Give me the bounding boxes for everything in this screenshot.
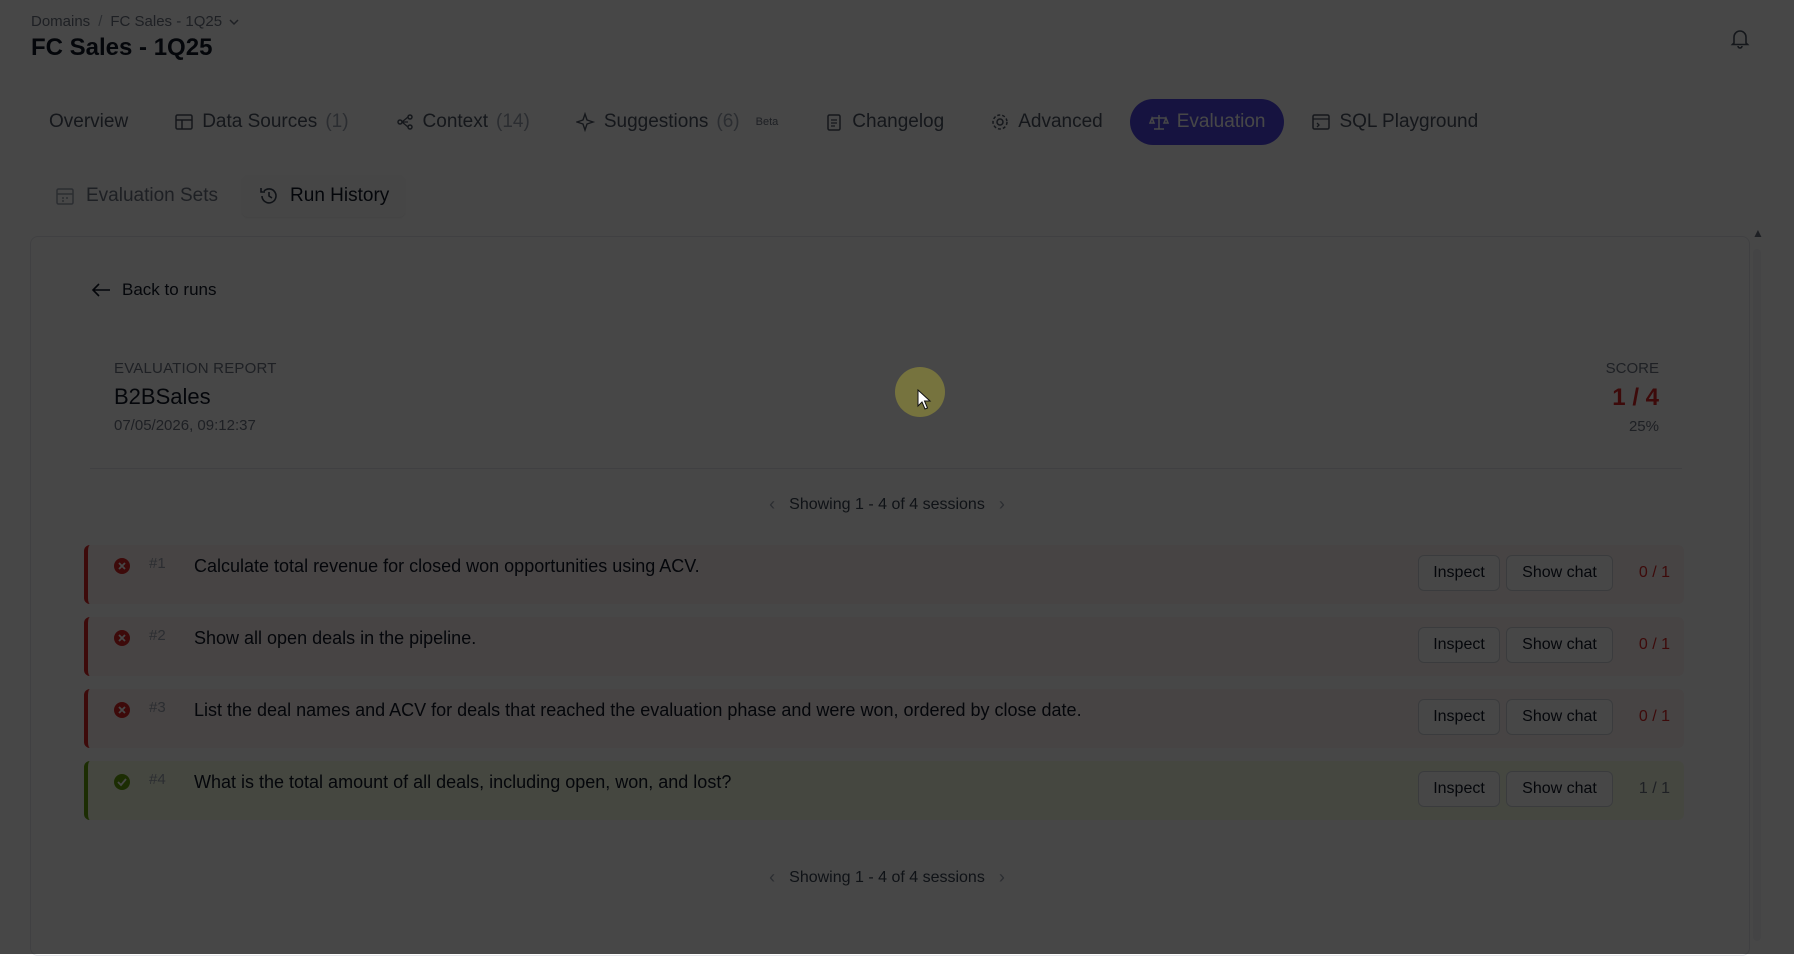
inspect-button[interactable]: Inspect — [1418, 699, 1500, 735]
tab-label: Suggestions — [603, 111, 709, 132]
tab-overview[interactable]: Overview — [30, 99, 147, 145]
chevron-down-icon — [229, 18, 239, 25]
subtab-label: Evaluation Sets — [86, 185, 219, 206]
calendar-grid-icon — [56, 188, 74, 205]
tab-changelog[interactable]: Changelog — [805, 99, 963, 145]
back-label: Back to runs — [122, 280, 217, 299]
session-number: #3 — [149, 699, 166, 716]
tab-evaluation[interactable]: Evaluation — [1129, 99, 1285, 145]
show-chat-button[interactable]: Show chat — [1506, 699, 1613, 735]
tab-count: (1) — [325, 111, 349, 132]
check-circle-icon — [114, 774, 130, 790]
tab-label: Overview — [49, 111, 129, 132]
breadcrumb-current-domain[interactable]: FC Sales - 1Q25 — [110, 13, 240, 30]
inspect-button[interactable]: Inspect — [1418, 627, 1500, 663]
session-number: #1 — [149, 555, 166, 572]
page-title: FC Sales - 1Q25 — [31, 34, 213, 61]
tab-label: Advanced — [1018, 111, 1103, 132]
scrollbar[interactable] — [1753, 249, 1761, 941]
breadcrumb-current-label: FC Sales - 1Q25 — [110, 13, 223, 30]
session-score: 0 / 1 — [1638, 564, 1670, 581]
session-list: #1 Calculate total revenue for closed wo… — [84, 545, 1684, 833]
session-row: #3 List the deal names and ACV for deals… — [84, 689, 1684, 748]
score-value: 1 / 4 — [1612, 384, 1659, 411]
session-number: #4 — [149, 771, 166, 788]
session-question: Show all open deals in the pipeline. — [194, 628, 477, 648]
tab-label: Evaluation — [1176, 111, 1266, 132]
evaluation-subtabs: Evaluation Sets Run History — [38, 175, 406, 217]
chevron-left-icon[interactable]: ‹ — [769, 494, 775, 515]
session-row: #4 What is the total amount of all deals… — [84, 761, 1684, 820]
pager-text: Showing 1 - 4 of 4 sessions — [789, 495, 985, 513]
breadcrumb-separator: / — [98, 13, 103, 30]
context-icon — [396, 114, 413, 130]
subtab-run-history[interactable]: Run History — [242, 175, 406, 217]
breadcrumb: Domains / FC Sales - 1Q25 — [31, 13, 240, 30]
show-chat-button[interactable]: Show chat — [1506, 771, 1613, 807]
inspect-button[interactable]: Inspect — [1418, 555, 1500, 591]
session-score: 0 / 1 — [1638, 708, 1670, 725]
x-circle-icon — [114, 630, 130, 646]
breadcrumb-domains-link[interactable]: Domains — [31, 13, 90, 30]
show-chat-button[interactable]: Show chat — [1506, 555, 1613, 591]
subtab-evaluation-sets[interactable]: Evaluation Sets — [38, 175, 234, 217]
sparkle-icon — [575, 112, 596, 132]
mouse-cursor-icon — [917, 389, 932, 410]
session-number: #2 — [149, 627, 166, 644]
tab-context[interactable]: Context (14) — [376, 99, 549, 145]
tab-count: (6) — [716, 111, 740, 132]
session-question: What is the total amount of all deals, i… — [194, 772, 732, 792]
chevron-right-icon[interactable]: › — [999, 867, 1005, 888]
report-date: 07/05/2026, 09:12:37 — [114, 417, 256, 434]
session-score: 1 / 1 — [1638, 780, 1670, 797]
history-icon — [260, 188, 277, 204]
pager-text: Showing 1 - 4 of 4 sessions — [789, 868, 985, 886]
divider — [90, 468, 1682, 469]
arrow-left-icon — [91, 283, 110, 297]
clipboard-icon — [827, 114, 842, 131]
session-row: #1 Calculate total revenue for closed wo… — [84, 545, 1684, 604]
tab-label: Data Sources — [202, 111, 318, 132]
session-question: Calculate total revenue for closed won o… — [194, 556, 700, 576]
tab-advanced[interactable]: Advanced — [971, 99, 1122, 145]
chevron-left-icon[interactable]: ‹ — [769, 867, 775, 888]
table-icon — [175, 114, 193, 130]
inspect-button[interactable]: Inspect — [1418, 771, 1500, 807]
scroll-up-icon[interactable]: ▲ — [1752, 226, 1764, 240]
score-label: SCORE — [1605, 360, 1659, 377]
tab-count: (14) — [496, 111, 530, 132]
score-percent: 25% — [1628, 418, 1659, 435]
back-to-runs-link[interactable]: Back to runs — [90, 280, 217, 300]
x-circle-icon — [114, 558, 130, 574]
bell-icon[interactable] — [1728, 26, 1752, 50]
chevron-right-icon[interactable]: › — [999, 494, 1005, 515]
tab-label: Changelog — [852, 111, 945, 132]
tab-suggestions[interactable]: Suggestions (6) Beta — [557, 99, 797, 145]
session-question: List the deal names and ACV for deals th… — [194, 700, 1082, 720]
tab-sql-playground[interactable]: SQL Playground — [1292, 99, 1497, 145]
scale-icon — [1148, 115, 1169, 130]
pager-bottom: ‹ Showing 1 - 4 of 4 sessions › — [0, 867, 1774, 888]
gear-icon — [992, 114, 1008, 130]
subtab-label: Run History — [290, 185, 390, 206]
report-label: EVALUATION REPORT — [114, 360, 277, 377]
tab-data-sources[interactable]: Data Sources (1) — [155, 99, 367, 145]
session-score: 0 / 1 — [1638, 636, 1670, 653]
tab-label: SQL Playground — [1339, 111, 1479, 132]
pager-top: ‹ Showing 1 - 4 of 4 sessions › — [0, 494, 1774, 515]
beta-badge: Beta — [755, 116, 779, 128]
report-name: B2BSales — [114, 384, 211, 409]
tab-label: Context — [422, 111, 489, 132]
domain-tabs: Overview Data Sources (1) Context (14) S… — [30, 99, 1497, 145]
sql-window-icon — [1312, 114, 1331, 130]
session-row: #2 Show all open deals in the pipeline. … — [84, 617, 1684, 676]
x-circle-icon — [114, 702, 130, 718]
show-chat-button[interactable]: Show chat — [1506, 627, 1613, 663]
